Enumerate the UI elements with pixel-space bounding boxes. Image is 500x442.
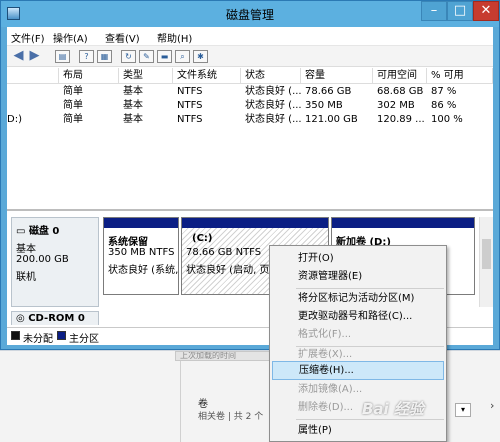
cell-capacity: 121.00 GB	[305, 114, 358, 125]
column-header-capacity[interactable]: 容量	[301, 68, 373, 84]
partition-status: 状态良好 (系统,	[108, 265, 178, 276]
properties-icon[interactable]: ✎	[139, 50, 154, 63]
volume-list: 布局 类型 文件系统 状态 容量 可用空间 % 可用 简单 基本 NTFS 状态…	[7, 68, 493, 227]
menu-action[interactable]: 操作(A)	[53, 30, 88, 45]
close-button[interactable]: ✕	[473, 1, 499, 21]
cell-volume: D:)	[7, 114, 22, 125]
menu-item-format[interactable]: 格式化(F)...	[272, 325, 444, 344]
cdrom-name: ◎ CD-ROM 0	[16, 313, 85, 324]
vertical-scrollbar[interactable]	[479, 217, 493, 307]
menu-item-mark-active[interactable]: 将分区标记为活动分区(M)	[272, 289, 444, 308]
cell-filesystem: NTFS	[177, 114, 203, 125]
column-header-status[interactable]: 状态	[241, 68, 301, 84]
cell-volume	[7, 85, 59, 99]
disk-size: 200.00 GB	[16, 254, 69, 265]
cell-percent-free: 100 %	[431, 114, 463, 125]
partition-size: 78.66 GB NTFS	[186, 247, 262, 258]
cell-type: 基本	[123, 86, 143, 97]
cdrom-name-text: CD-ROM 0	[28, 313, 85, 324]
cell-type: 基本	[123, 114, 143, 125]
forward-icon[interactable]: ▶	[27, 49, 42, 63]
menu-file[interactable]: 文件(F)	[11, 30, 45, 45]
menu-item-explorer[interactable]: 资源管理器(E)	[272, 267, 444, 286]
folder-icon[interactable]: ▬	[157, 50, 172, 63]
help-icon[interactable]: ?	[79, 50, 94, 63]
menu-separator	[296, 419, 444, 420]
column-header-filesystem[interactable]: 文件系统	[173, 68, 241, 84]
cell-filesystem: NTFS	[177, 86, 203, 97]
cell-capacity: 350 MB	[305, 100, 343, 111]
baidu-watermark: Bai 经验	[362, 400, 424, 418]
volume-heading: 卷	[198, 399, 208, 410]
back-icon[interactable]: ◀	[11, 49, 26, 63]
column-header-layout[interactable]: 布局	[59, 68, 119, 84]
menu-item-change-drive-letter[interactable]: 更改驱动器号和路径(C)...	[272, 307, 444, 326]
disk-icon: ▭	[16, 226, 29, 237]
table-row[interactable]: D:) 简单 基本 NTFS 状态良好 (... 121.00 GB 120.8…	[7, 113, 493, 127]
partition-bar	[182, 218, 328, 228]
menu-help[interactable]: 帮助(H)	[157, 30, 192, 45]
cell-status: 状态良好 (...	[245, 100, 301, 111]
disk-state: 联机	[16, 272, 36, 283]
column-header-volume[interactable]	[7, 68, 59, 84]
cell-type: 基本	[123, 100, 143, 111]
console-icon[interactable]: ▦	[97, 50, 112, 63]
menu-view[interactable]: 查看(V)	[105, 30, 140, 45]
table-row[interactable]: 简单 基本 NTFS 状态良好 (... 350 MB 302 MB 86 %	[7, 99, 493, 113]
disk-0-label[interactable]: ▭ 磁盘 0 基本 200.00 GB 联机	[11, 217, 99, 307]
settings-icon[interactable]: ✱	[193, 50, 208, 63]
partition-name: 系统保留	[108, 237, 148, 248]
partition-bar	[104, 218, 178, 228]
column-header-type[interactable]: 类型	[119, 68, 173, 84]
maximize-button[interactable]: □	[447, 1, 473, 21]
cell-percent-free: 86 %	[431, 100, 457, 111]
cdrom-icon: ◎	[16, 313, 29, 324]
partition-size: 350 MB NTFS	[108, 247, 175, 258]
legend-primary: 主分区	[69, 334, 99, 345]
unallocated-swatch	[11, 331, 20, 340]
divider	[180, 351, 181, 442]
search-icon[interactable]: ⌕	[175, 50, 190, 63]
partition-system-reserved[interactable]: 系统保留 350 MB NTFS 状态良好 (系统,	[103, 217, 179, 295]
disk-name: ▭ 磁盘 0	[16, 222, 59, 237]
title-bar[interactable]: 磁盘管理 – □ ✕	[1, 1, 499, 27]
cell-layout: 简单	[63, 100, 83, 111]
cell-filesystem: NTFS	[177, 100, 203, 111]
menu-item-shrink-volume[interactable]: 压缩卷(H)...	[272, 361, 444, 380]
list-icon[interactable]: ▤	[55, 50, 70, 63]
cdrom-label[interactable]: ◎ CD-ROM 0	[11, 311, 99, 325]
scroll-thumb[interactable]	[482, 239, 491, 269]
cell-status: 状态良好 (...	[245, 114, 301, 125]
table-row[interactable]: 简单 基本 NTFS 状态良好 (... 78.66 GB 68.68 GB 8…	[7, 85, 493, 99]
menu-item-open[interactable]: 打开(O)	[272, 249, 444, 268]
partition-name: (C:)	[192, 233, 213, 244]
refresh-icon[interactable]: ↻	[121, 50, 136, 63]
cell-status: 状态良好 (...	[245, 86, 301, 97]
column-header-free[interactable]: 可用空间	[373, 68, 427, 84]
menu-item-properties[interactable]: 属性(P)	[272, 421, 444, 440]
chevron-down-icon[interactable]: ▾	[455, 403, 471, 417]
menu-item-add-mirror[interactable]: 添加镜像(A)...	[272, 380, 444, 399]
cell-percent-free: 87 %	[431, 86, 457, 97]
disk-type: 基本	[16, 244, 36, 255]
primary-partition-swatch	[57, 331, 66, 340]
toolbar: ◀ ▶ ▤ ? ▦ ↻ ✎ ▬ ⌕ ✱	[7, 45, 493, 67]
legend-unallocated: 未分配	[23, 334, 53, 345]
cell-free: 68.68 GB	[377, 86, 424, 97]
cell-volume	[7, 99, 59, 113]
minimize-button[interactable]: –	[421, 1, 447, 21]
cell-capacity: 78.66 GB	[305, 86, 352, 97]
cell-layout: 简单	[63, 86, 83, 97]
disk-name-text: 磁盘 0	[28, 226, 60, 237]
column-header-percent-free[interactable]: % 可用	[427, 68, 493, 84]
menu-bar: 文件(F) 操作(A) 查看(V) 帮助(H)	[7, 27, 493, 45]
cell-free: 302 MB	[377, 100, 415, 111]
partition-bar	[332, 218, 474, 228]
chevron-right-icon[interactable]: ›	[490, 399, 494, 412]
cell-free: 120.89 ...	[377, 114, 425, 125]
cell-layout: 简单	[63, 114, 83, 125]
related-volumes-text: 相关卷 | 共 2 个	[198, 412, 264, 422]
